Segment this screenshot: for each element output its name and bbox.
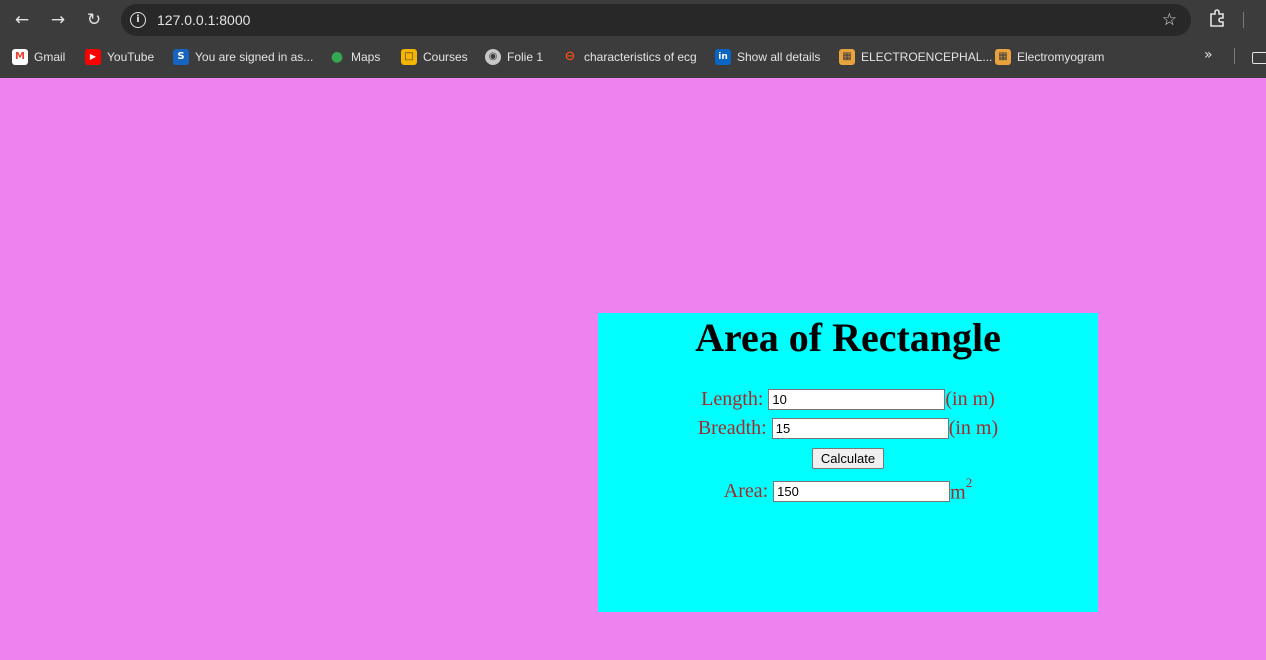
breadth-row: Breadth: (in m)	[598, 417, 1098, 440]
area-output[interactable]	[773, 481, 951, 503]
bookmark-label: ELECTROENCEPHAL...	[861, 50, 993, 64]
bookmark-electroencephal[interactable]: ▦ ELECTROENCEPHAL...	[839, 47, 992, 67]
address-bar[interactable]: i 127.0.0.1:8000 ☆	[121, 4, 1191, 36]
chevron-double-right-icon[interactable]: »	[1204, 47, 1213, 63]
ecg-icon: ⊖	[564, 49, 576, 64]
globe-icon: ◉	[485, 49, 501, 65]
maps-icon: ●	[330, 49, 344, 65]
bookmark-label: Electromyogram	[1017, 50, 1105, 64]
folder-icon[interactable]	[1252, 52, 1266, 64]
bookmark-electromyogram[interactable]: ▦ Electromyogram	[995, 47, 1104, 67]
linkedin-icon: in	[715, 49, 731, 65]
gmail-icon: M	[12, 49, 28, 65]
bookmark-label: characteristics of ecg	[584, 50, 697, 64]
bookmark-label: Folie 1	[507, 50, 544, 64]
bookmark-label: You are signed in as...	[195, 50, 314, 64]
bookmark-label: Courses	[423, 50, 468, 64]
length-row: Length: (in m)	[598, 388, 1098, 411]
browser-chrome: ← → ↻ i 127.0.0.1:8000 ☆ M Gmail ▶ YouTu…	[0, 0, 1266, 78]
bookmark-folie[interactable]: ◉ Folie 1	[485, 47, 543, 67]
calculate-button[interactable]: Calculate	[812, 448, 884, 469]
forward-arrow-icon[interactable]: →	[46, 8, 70, 32]
breadth-unit: (in m)	[948, 417, 999, 439]
bookmark-label: Show all details	[737, 50, 821, 64]
area-label: Area:	[723, 480, 769, 503]
bookmarks-divider	[1234, 48, 1235, 64]
youtube-icon: ▶	[85, 49, 101, 65]
bookmark-youtube[interactable]: ▶ YouTube	[85, 47, 154, 67]
extensions-icon[interactable]	[1208, 9, 1226, 27]
s-icon: S	[173, 49, 189, 65]
bookmark-label: Gmail	[34, 50, 66, 64]
page-title: Area of Rectangle	[695, 315, 1001, 360]
bookmark-signed-in[interactable]: S You are signed in as...	[173, 47, 313, 67]
area-unit-exponent: 2	[965, 475, 973, 490]
bookmark-ecg[interactable]: ⊖ characteristics of ecg	[562, 47, 697, 67]
breadth-input[interactable]	[771, 418, 949, 439]
bookmarks-bar: M Gmail ▶ YouTube S You are signed in as…	[0, 44, 1266, 70]
length-input[interactable]	[768, 389, 946, 410]
bookmark-label: Maps	[351, 50, 381, 64]
doc-icon: ▦	[839, 49, 855, 65]
bookmark-star-icon[interactable]: ☆	[1162, 9, 1177, 31]
bookmark-label: YouTube	[107, 50, 155, 64]
bookmark-show-details[interactable]: in Show all details	[715, 47, 820, 67]
area-row: Area: m2	[598, 475, 1098, 505]
back-arrow-icon[interactable]: ←	[10, 8, 34, 32]
breadth-label: Breadth:	[697, 417, 767, 439]
length-label: Length:	[701, 388, 764, 410]
reload-icon[interactable]: ↻	[82, 8, 106, 32]
doc-icon: ▦	[995, 49, 1011, 65]
url-text[interactable]: 127.0.0.1:8000	[157, 12, 250, 28]
toolbar-divider	[1243, 12, 1244, 28]
area-unit-base: m	[950, 481, 966, 504]
length-unit: (in m)	[945, 388, 995, 410]
rectangle-area-card: Area of Rectangle Length: (in m) Breadth…	[598, 313, 1098, 612]
bookmark-courses[interactable]: □ Courses	[401, 47, 468, 67]
bookmark-gmail[interactable]: M Gmail	[12, 47, 65, 67]
area-unit: m2	[950, 475, 972, 505]
site-info-icon[interactable]: i	[130, 12, 146, 28]
browser-toolbar: ← → ↻ i 127.0.0.1:8000 ☆	[0, 0, 1266, 40]
bookmark-maps[interactable]: ● Maps	[329, 47, 380, 67]
courses-icon: □	[401, 49, 417, 65]
